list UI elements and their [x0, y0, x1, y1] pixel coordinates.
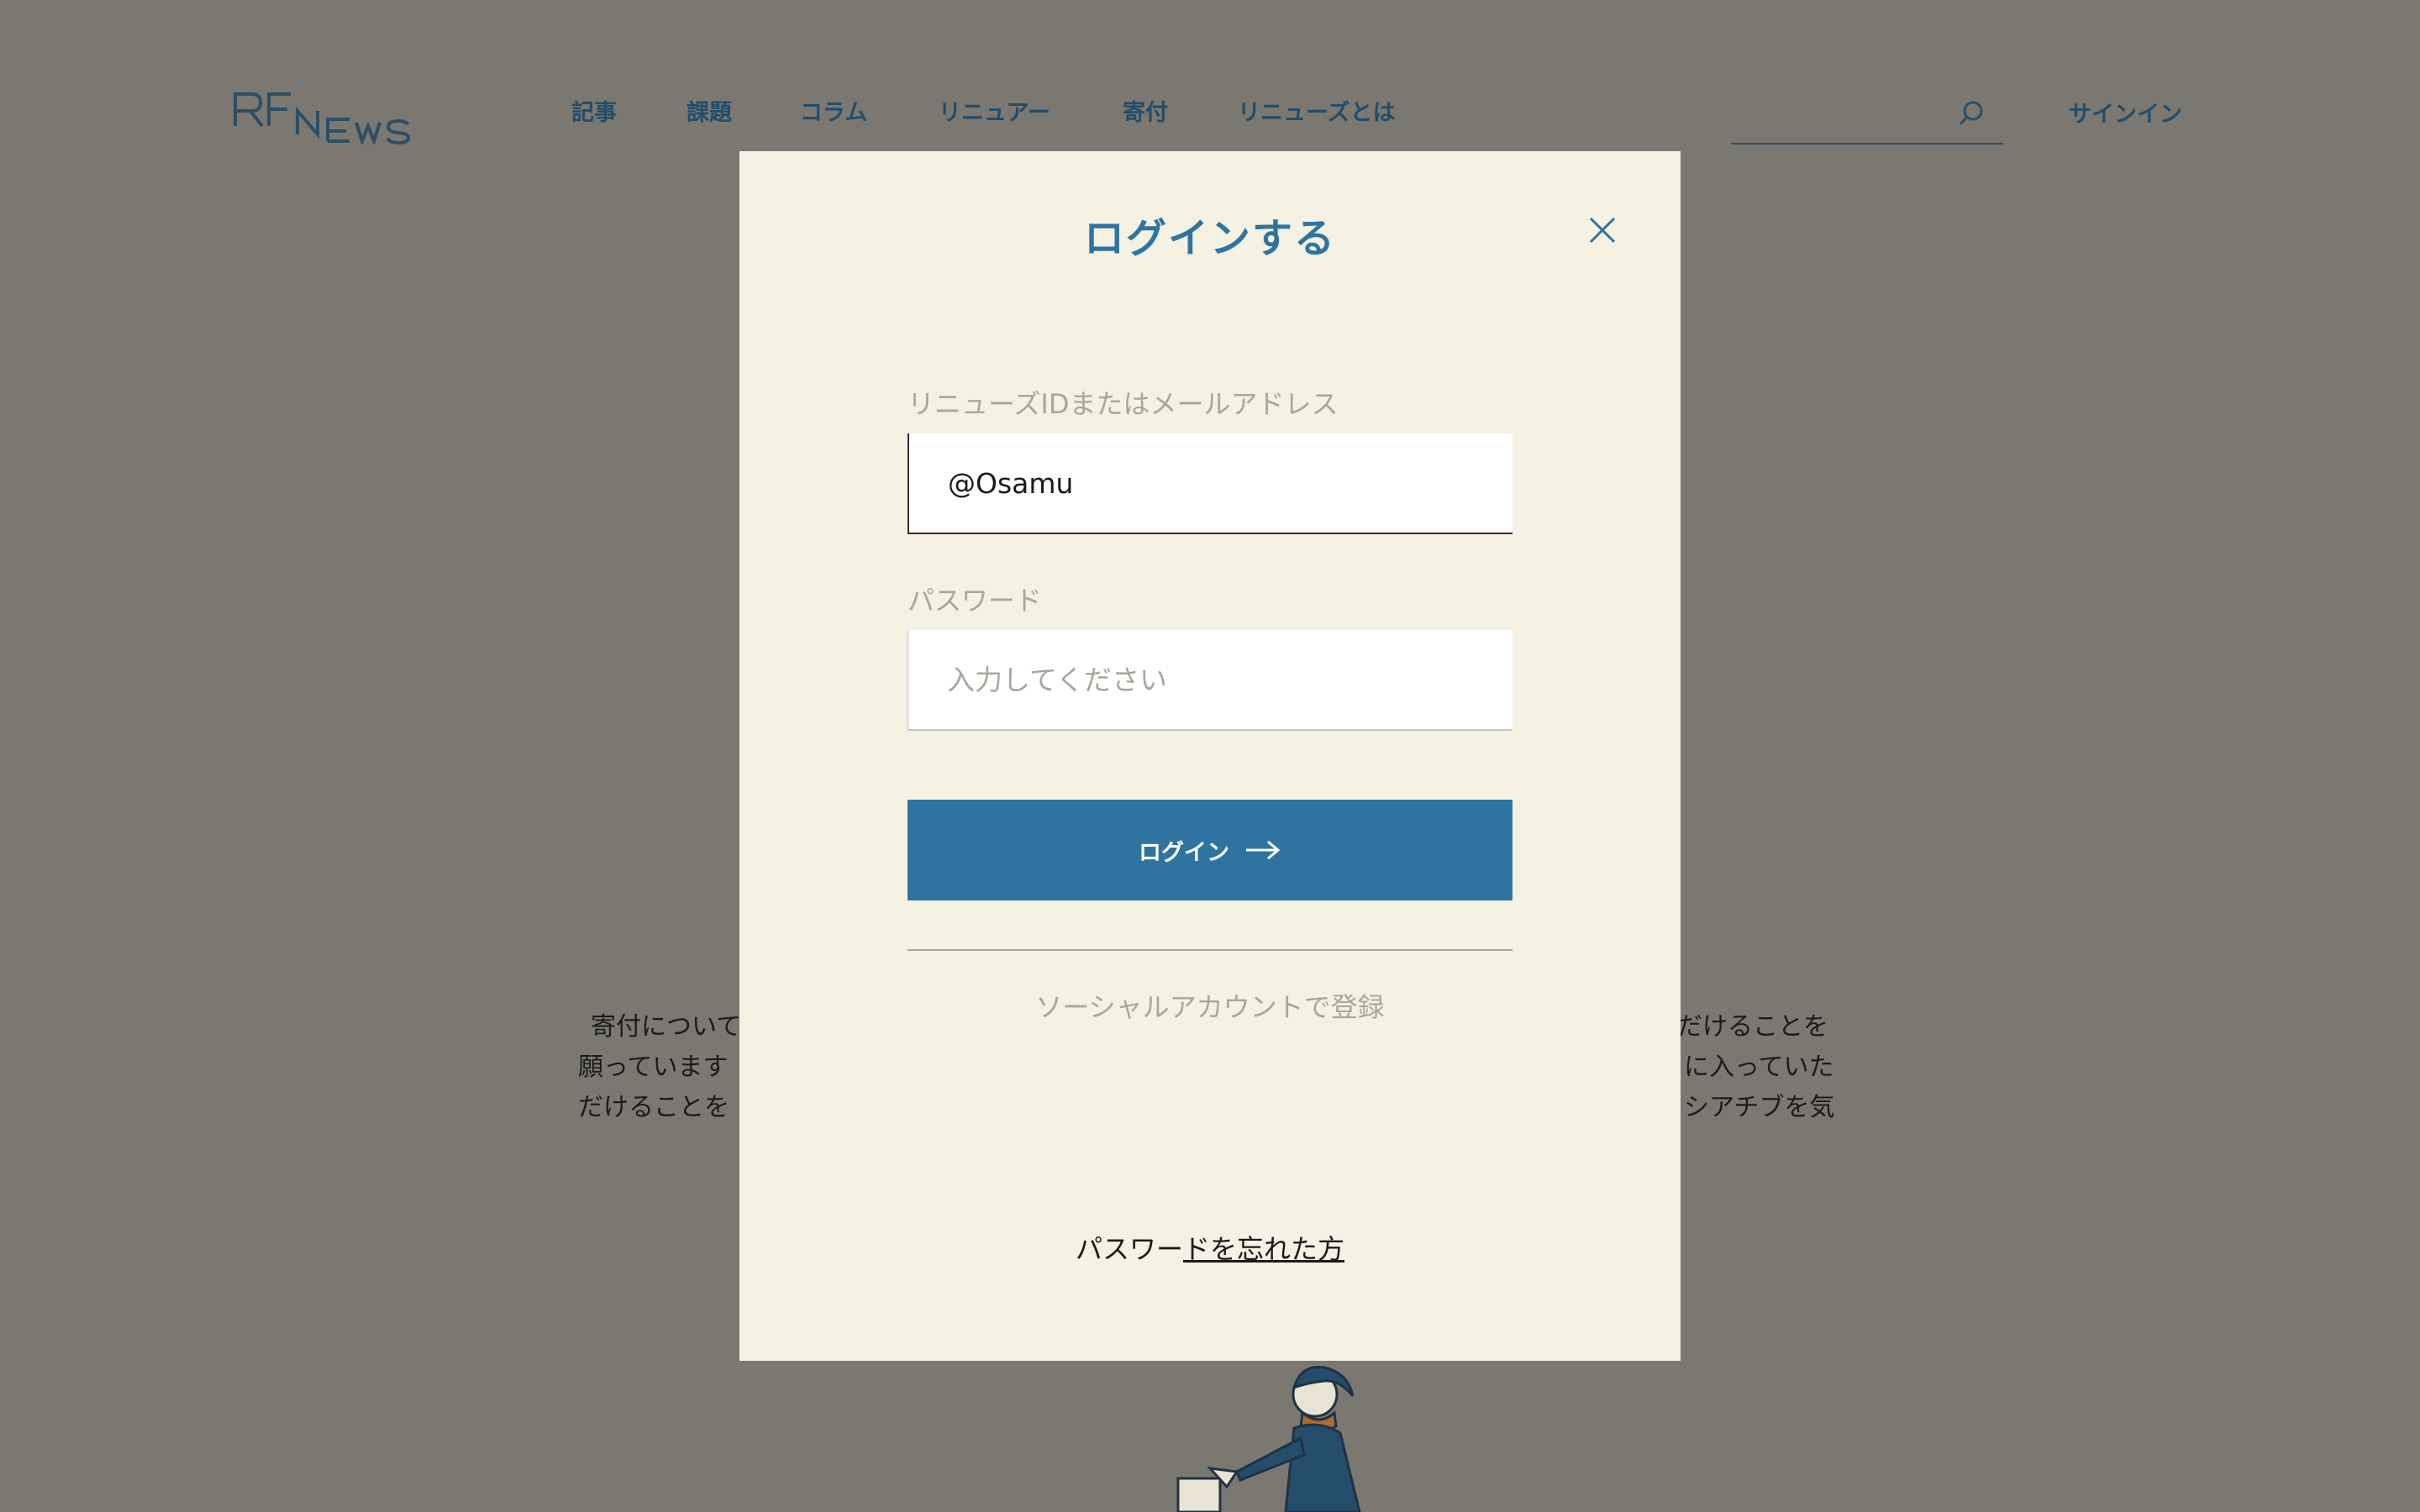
nav-item-about[interactable]: リニューズとは	[1238, 94, 1396, 127]
person-illustration	[1176, 1366, 1361, 1512]
forgot-password-link[interactable]: ドを忘れた方	[1183, 1233, 1344, 1265]
nav-item-column[interactable]: コラム	[800, 94, 867, 127]
forgot-password: パスワードを忘れた方	[739, 1228, 1681, 1267]
bg-text-line: 願っています	[578, 1053, 729, 1082]
password-input[interactable]	[908, 630, 1512, 731]
nav-item-articles[interactable]: 記事	[571, 94, 617, 127]
close-icon[interactable]	[1584, 212, 1621, 249]
social-signup-label: ソーシャルアカウントで登録	[1035, 991, 1385, 1023]
login-button-label: ログイン	[1139, 839, 1229, 866]
login-button[interactable]: ログイン	[908, 800, 1512, 900]
nav-item-issues[interactable]: 課題	[687, 94, 732, 127]
login-modal: ログインする リニューズIDまたはメールアドレス パスワード ログイン ソーシャ…	[739, 151, 1681, 1361]
modal-title: ログインする	[1083, 215, 1336, 262]
forgot-password-prefix: パスワー	[1075, 1233, 1183, 1265]
renews-logo[interactable]	[234, 86, 418, 147]
signin-link[interactable]: サインイン	[2069, 96, 2182, 129]
id-field-label: リニューズIDまたはメールアドレス	[908, 388, 1339, 420]
id-input[interactable]	[908, 433, 1512, 534]
bg-text-line: 寄付について	[591, 1012, 742, 1042]
bg-text-line: だけることを	[1677, 1012, 1828, 1042]
password-field-label: パスワード	[908, 585, 1043, 617]
bg-text-line: だけることを	[578, 1093, 729, 1122]
nav-item-donation[interactable]: 寄付	[1123, 94, 1168, 127]
logo-mark	[234, 92, 411, 147]
search-icon[interactable]	[1956, 99, 1986, 129]
bg-text-line: に入っていた	[1684, 1053, 1834, 1082]
search-box[interactable]	[1731, 94, 2003, 144]
nav-item-renewer[interactable]: リニュアー	[939, 94, 1050, 127]
site-header: 記事 課題 コラム リニュアー 寄付 リニューズとは サインイン	[0, 0, 2420, 151]
bg-text-line: シアチブを気	[1684, 1093, 1835, 1122]
arrow-right-icon	[1246, 840, 1281, 860]
divider	[908, 949, 1512, 951]
